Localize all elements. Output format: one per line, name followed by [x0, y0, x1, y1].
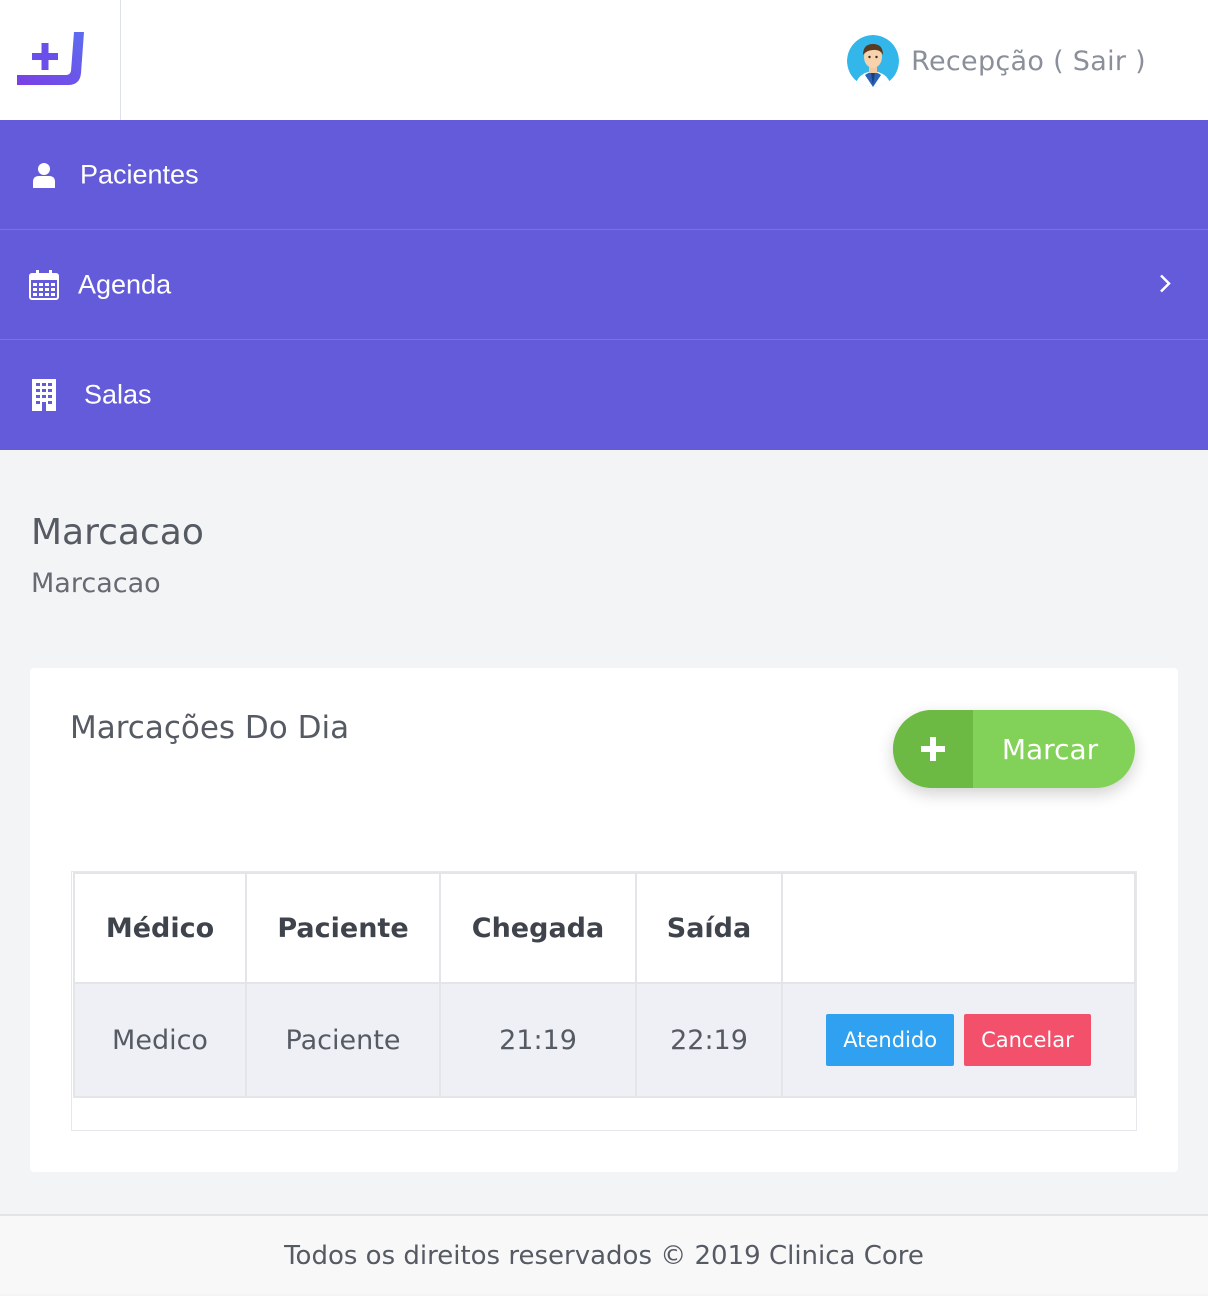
cell-medico: Medico	[73, 982, 247, 1098]
cell-paciente: Paciente	[245, 982, 441, 1098]
calendar-icon	[28, 269, 60, 301]
appointments-table-container: Médico Paciente Chegada Saída Medico Pac…	[71, 871, 1137, 1131]
breadcrumb: Marcacao	[31, 568, 161, 599]
appointments-table: Médico Paciente Chegada Saída Medico Pac…	[73, 872, 1136, 1098]
column-header-actions	[781, 872, 1136, 984]
column-header-paciente[interactable]: Paciente	[245, 872, 441, 984]
nav-label-salas: Salas	[84, 379, 152, 410]
add-appointment-label: Marcar	[1001, 732, 1099, 766]
cell-saida: 22:19	[635, 982, 783, 1098]
logo-container[interactable]	[0, 0, 121, 120]
attended-button[interactable]: Atendido	[826, 1014, 955, 1066]
clinic-plus-logo-icon	[17, 32, 84, 85]
column-header-chegada[interactable]: Chegada	[439, 872, 637, 984]
cell-actions: Atendido Cancelar	[781, 982, 1136, 1098]
plus-icon	[893, 710, 973, 788]
nav-item-agenda[interactable]: Agenda	[0, 230, 1208, 340]
user-icon	[28, 159, 60, 191]
user-menu[interactable]: Recepção ( Sair )	[847, 34, 1146, 88]
top-header: Recepção ( Sair )	[0, 0, 1208, 120]
table-row: Medico Paciente 21:19 22:19 Atendido Canc…	[73, 982, 1136, 1098]
nav-item-salas[interactable]: Salas	[0, 340, 1208, 450]
column-header-saida[interactable]: Saída	[635, 872, 783, 984]
footer-copyright: Todos os direitos reservados © 2019 Clin…	[284, 1241, 924, 1271]
add-appointment-button[interactable]: Marcar	[893, 710, 1135, 788]
nav-label-pacientes: Pacientes	[80, 159, 199, 189]
page-title: Marcacao	[31, 512, 204, 553]
nav-label-agenda: Agenda	[78, 269, 172, 299]
chevron-right-icon[interactable]	[1158, 269, 1172, 300]
building-icon	[28, 379, 60, 411]
nav-item-pacientes[interactable]: Pacientes	[0, 120, 1208, 230]
column-header-medico[interactable]: Médico	[73, 872, 247, 984]
footer: Todos os direitos reservados © 2019 Clin…	[0, 1214, 1208, 1294]
user-logout-link[interactable]: Recepção ( Sair )	[911, 46, 1146, 77]
card-title: Marcações Do Dia	[70, 710, 350, 746]
doctor-avatar-icon	[847, 35, 900, 87]
table-header-row: Médico Paciente Chegada Saída	[73, 872, 1136, 984]
appointments-card: Marcações Do Dia Marcar Médico Paciente …	[30, 668, 1178, 1172]
cell-chegada: 21:19	[439, 982, 637, 1098]
cancel-button[interactable]: Cancelar	[964, 1014, 1091, 1066]
main-nav: Pacientes Agenda Salas	[0, 120, 1208, 450]
